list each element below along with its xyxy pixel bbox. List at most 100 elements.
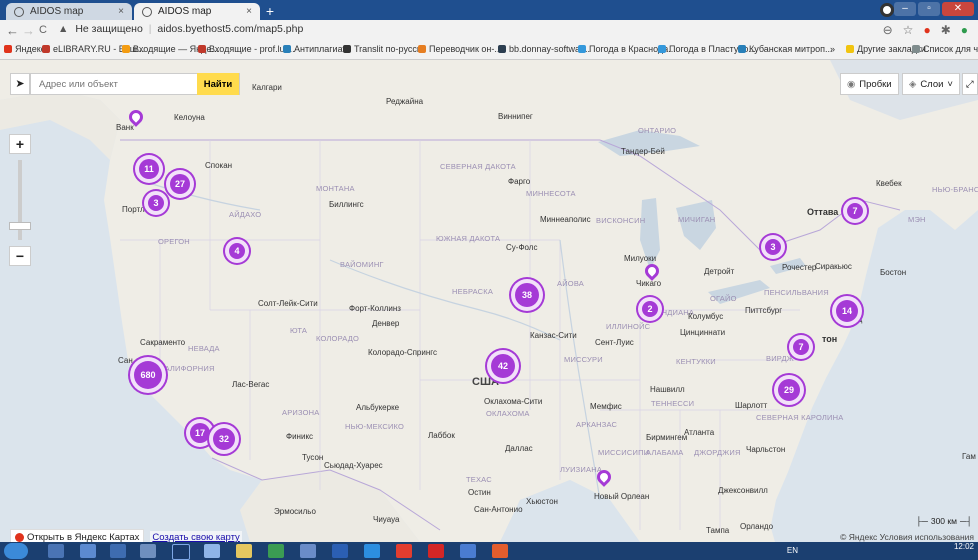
region-label: ТЕННЕССИ (651, 399, 695, 408)
traffic-button[interactable]: ◉ Пробки (840, 73, 899, 95)
minimize-button[interactable]: – (894, 2, 916, 16)
layers-button[interactable]: ◈ Слои ˅ (902, 73, 960, 95)
profile-icon[interactable] (880, 3, 894, 17)
taskbar-app-icon[interactable] (80, 544, 96, 558)
region-label: ИЛЛИНОЙС (606, 322, 651, 331)
bookmarks-bar: Яндекс eLIBRARY.RU - Ваш... Входящие — Я… (0, 41, 978, 60)
close-icon[interactable]: × (118, 6, 124, 17)
save-icon[interactable] (460, 544, 476, 558)
city-label: Солт-Лейк-Сити (258, 299, 318, 308)
map-cluster[interactable]: 32 (213, 428, 235, 450)
firefox-icon[interactable] (492, 544, 508, 558)
photoshop-icon[interactable] (172, 544, 190, 560)
fullscreen-button[interactable]: ⤢ (962, 73, 978, 95)
city-label: Канзас-Сити (530, 331, 577, 340)
bookmark[interactable]: Яндекс (4, 44, 45, 54)
bookmark-icon (498, 45, 506, 53)
taskbar-app-icon[interactable] (48, 544, 64, 558)
browser-tab-active[interactable]: AIDOS map × (134, 3, 260, 20)
zoom-icon[interactable]: ⊖ (883, 23, 893, 37)
map-cluster[interactable]: 4 (229, 243, 245, 259)
map-cluster[interactable]: 42 (491, 354, 515, 378)
map-search-button[interactable]: Найти (197, 73, 239, 95)
city-label: Цинциннати (680, 328, 726, 337)
map-cluster[interactable]: 7 (847, 203, 863, 219)
map-canvas[interactable]: Калгари Реджайна Виннипег ОНТАРИО Келоун… (0, 60, 978, 542)
zoom-slider-track[interactable] (9, 160, 31, 240)
zoom-out-button[interactable]: − (9, 246, 31, 266)
extension-icon[interactable]: ● (923, 23, 930, 37)
taskbar-app-icon[interactable] (110, 544, 126, 558)
city-label: Бирмингем (646, 433, 688, 442)
region-label: ТЕХАС (466, 475, 492, 484)
tab-title: AIDOS map (158, 6, 212, 17)
taskbar-app-icon[interactable] (140, 544, 156, 558)
globe-icon (142, 6, 152, 17)
bookmark[interactable]: Антиплагиат (283, 44, 347, 54)
bookmark[interactable]: Входящие - prof.lut... (198, 44, 295, 54)
bookmark[interactable]: bb.donnay-softwar... (498, 44, 590, 54)
open-in-yandex-link[interactable]: Открыть в Яндекс Картах (10, 529, 145, 542)
clock[interactable]: 12:02 (954, 543, 974, 551)
forward-button[interactable]: → (22, 23, 35, 38)
locate-me-button[interactable]: ➤ (10, 73, 30, 95)
taskbar-app-icon[interactable] (300, 544, 316, 558)
map-cluster[interactable]: 3 (765, 239, 781, 255)
maximize-button[interactable]: ▫ (918, 2, 940, 16)
bookmarks-overflow[interactable]: » (830, 44, 835, 54)
map-cluster[interactable]: 7 (793, 339, 809, 355)
word-icon[interactable] (332, 544, 348, 558)
region-label: МЭН (908, 215, 926, 224)
map-cluster[interactable]: 27 (170, 174, 190, 194)
bookmark[interactable]: Переводчик он-... (418, 44, 502, 54)
start-button[interactable] (4, 543, 28, 559)
excel-icon[interactable] (268, 544, 284, 558)
bookmark-label: Кубанская митроп... (749, 44, 833, 54)
zoom-in-button[interactable]: + (9, 134, 31, 154)
map-cluster[interactable]: 17 (190, 423, 210, 443)
avatar[interactable]: ● (961, 23, 968, 37)
city-label: Гам (962, 452, 976, 461)
map-cluster[interactable]: 14 (836, 300, 858, 322)
region-label: АРИЗОНА (282, 408, 320, 417)
chrome-icon[interactable] (396, 544, 412, 558)
map-cluster[interactable]: 29 (778, 379, 800, 401)
star-icon[interactable]: ☆ (903, 23, 914, 37)
city-label: Форт-Коллинз (349, 304, 401, 313)
window-close-button[interactable]: ✕ (942, 2, 974, 16)
language-indicator[interactable]: EN (787, 546, 798, 555)
create-map-link[interactable]: Создать свою карту (150, 531, 242, 542)
new-tab-button[interactable]: + (262, 4, 278, 18)
map-cluster[interactable]: 2 (642, 301, 658, 317)
folder-icon[interactable] (236, 544, 252, 558)
region-label: КОЛОРАДО (316, 334, 360, 343)
taskbar-app-icon[interactable] (204, 544, 220, 558)
city-label: Даллас (505, 444, 533, 453)
url-field[interactable]: ▲ Не защищено | aidos.byethost5.com/map5… (58, 23, 303, 35)
bookmark[interactable]: Translit по-русски (343, 44, 426, 54)
map-search: Найти (30, 73, 240, 95)
map-cluster[interactable]: 38 (515, 283, 539, 307)
reading-list[interactable]: Список для чтения (912, 44, 978, 54)
zoom-slider-handle[interactable] (9, 222, 31, 230)
region-label: АРКАНЗАС (576, 420, 618, 429)
close-icon[interactable]: × (246, 6, 252, 17)
region-label: ОКЛАХОМА (486, 409, 530, 418)
browser-tab[interactable]: AIDOS map × (6, 3, 132, 20)
reload-button[interactable]: C (39, 24, 47, 36)
map-cluster[interactable]: 680 (134, 361, 162, 389)
globe-icon (14, 6, 24, 17)
map-cluster[interactable]: 3 (148, 195, 164, 211)
copyright[interactable]: © Яндекс Условия использования (840, 532, 974, 542)
map-cluster[interactable]: 11 (139, 159, 159, 179)
opera-icon[interactable] (428, 544, 444, 558)
reading-list-icon (912, 45, 920, 53)
city-label: Лас-Вегас (232, 380, 270, 389)
map-search-input[interactable] (37, 74, 201, 94)
puzzle-icon[interactable]: ✱ (941, 23, 951, 37)
city-label: Чикаго (636, 279, 662, 288)
ie-icon[interactable] (364, 544, 380, 558)
bookmark[interactable]: Кубанская митроп... (738, 44, 833, 54)
back-button[interactable]: ← (6, 23, 19, 38)
bookmark-label: Антиплагиат (294, 44, 347, 54)
